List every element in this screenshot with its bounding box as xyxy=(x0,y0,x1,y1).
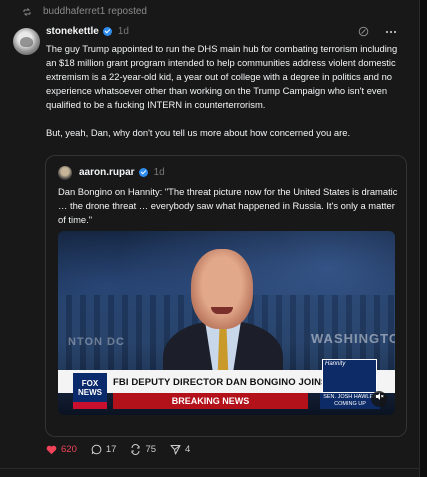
backdrop-text-right: WASHINGTO xyxy=(311,331,395,346)
quoted-post-body: Dan Bongino on Hannity: "The threat pict… xyxy=(58,186,398,225)
post-time[interactable]: 1d xyxy=(118,26,129,37)
like-button[interactable]: 620 xyxy=(46,444,77,455)
repost-text: buddhaferret1 reposted xyxy=(43,6,147,17)
verified-badge-icon xyxy=(138,168,148,177)
post-header: stonekettle 1d xyxy=(46,26,129,37)
subject-head xyxy=(191,249,253,329)
share-button[interactable]: 4 xyxy=(170,444,190,455)
repost-indicator: buddhaferret1 reposted xyxy=(22,6,147,17)
subject-mouth xyxy=(211,307,233,314)
video-player[interactable]: NTON DC WASHINGTO FBI DEPUTY DIRECTOR DA… xyxy=(58,231,395,415)
post-actions: 620 17 75 4 xyxy=(46,444,204,455)
post-top-icons xyxy=(358,26,397,37)
quoted-post[interactable]: aaron.rupar 1d Dan Bongino on Hannity: "… xyxy=(45,155,407,437)
video-subject xyxy=(163,249,283,401)
more-options-icon[interactable] xyxy=(385,30,397,34)
quoted-post-time[interactable]: 1d xyxy=(154,167,165,178)
author-avatar[interactable] xyxy=(13,28,40,55)
heart-icon xyxy=(46,445,57,454)
repost-count: 75 xyxy=(145,444,157,455)
logo-strip xyxy=(73,402,107,409)
quoted-author-avatar[interactable] xyxy=(58,166,72,180)
like-count: 620 xyxy=(61,444,77,455)
author-username[interactable]: stonekettle xyxy=(46,26,99,37)
comment-button[interactable]: 17 xyxy=(91,444,117,455)
speaker-muted-icon[interactable] xyxy=(371,391,387,407)
feed-panel: buddhaferret1 reposted stonekettle 1d Th… xyxy=(0,0,420,477)
verified-badge-icon xyxy=(102,27,112,36)
breaking-news-banner: BREAKING NEWS xyxy=(113,393,308,409)
logo-line-1: FOX xyxy=(81,379,99,388)
show-name: Hannity xyxy=(325,361,346,367)
backdrop-text-left: NTON DC xyxy=(68,336,125,348)
post-body: The guy Trump appointed to run the DHS m… xyxy=(46,43,398,138)
logo-line-2: NEWS xyxy=(78,388,102,397)
quoted-author-username[interactable]: aaron.rupar xyxy=(79,167,135,178)
repost-icon xyxy=(131,444,140,455)
quoted-post-header: aaron.rupar 1d xyxy=(79,167,165,178)
comment-icon xyxy=(91,444,102,455)
translate-icon[interactable] xyxy=(358,26,369,37)
scrollbar[interactable] xyxy=(420,0,427,477)
repost-button[interactable]: 75 xyxy=(130,444,156,455)
repost-icon xyxy=(23,7,31,16)
send-icon xyxy=(170,445,181,455)
network-logo: FOX NEWS xyxy=(73,373,107,409)
post-divider xyxy=(0,468,420,469)
comment-count: 17 xyxy=(105,444,117,455)
show-bug: Hannity xyxy=(322,359,377,393)
share-count: 4 xyxy=(185,444,191,455)
